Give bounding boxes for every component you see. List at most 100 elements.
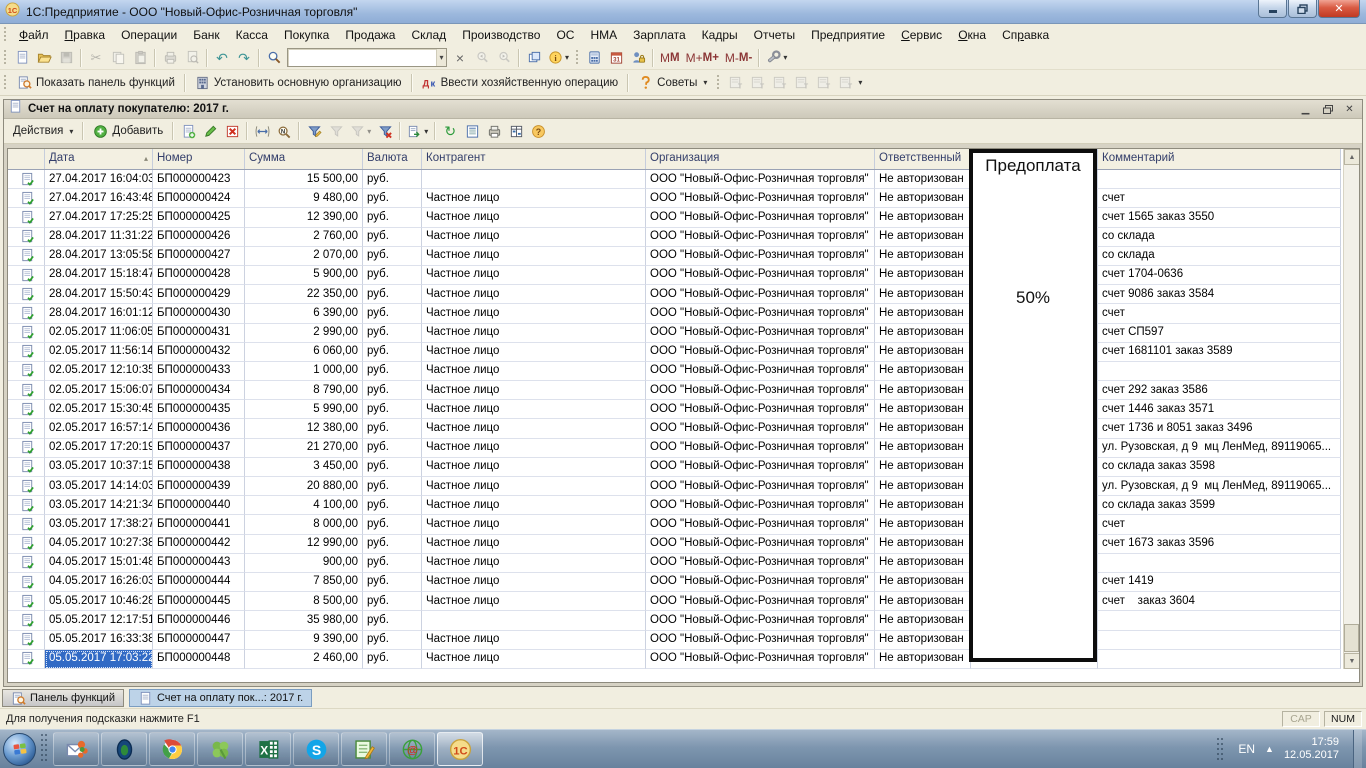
- tool-new-document-icon[interactable]: [11, 47, 33, 68]
- show-desktop-button[interactable]: [1353, 730, 1362, 768]
- cell-organization[interactable]: ООО "Новый-Офис-Розничная торговля": [646, 304, 875, 323]
- cell-organization[interactable]: ООО "Новый-Офис-Розничная торговля": [646, 247, 875, 266]
- taskbar-app-mail-app-icon[interactable]: [53, 732, 99, 766]
- cell-number[interactable]: БП000000425: [153, 208, 245, 227]
- cell-number[interactable]: БП000000440: [153, 496, 245, 515]
- cell-responsible[interactable]: Не авторизован: [875, 208, 971, 227]
- list-export-list-icon[interactable]: ▾: [404, 121, 431, 142]
- cell-comment[interactable]: счет 1565 заказ 3550: [1098, 208, 1341, 227]
- menu-item-склад[interactable]: Склад: [403, 26, 454, 44]
- cell-currency[interactable]: руб.: [363, 535, 422, 554]
- cell-date[interactable]: 02.05.2017 11:06:05: [45, 324, 153, 343]
- dropdown-arrow-icon[interactable]: ▾: [424, 127, 428, 136]
- cell-organization[interactable]: ООО "Новый-Офис-Розничная торговля": [646, 362, 875, 381]
- cell-currency[interactable]: руб.: [363, 631, 422, 650]
- cell-contractor[interactable]: Частное лицо: [422, 554, 646, 573]
- cell-contractor[interactable]: Частное лицо: [422, 419, 646, 438]
- cell-sum[interactable]: 12 390,00: [245, 208, 363, 227]
- cell-organization[interactable]: ООО "Новый-Офис-Розничная торговля": [646, 477, 875, 496]
- cell-sum[interactable]: 7 850,00: [245, 573, 363, 592]
- cell-sum[interactable]: 15 500,00: [245, 170, 363, 189]
- tool-open-folder-icon[interactable]: [33, 47, 55, 68]
- list-delete-x-icon[interactable]: [221, 121, 243, 142]
- cell-number[interactable]: БП000000423: [153, 170, 245, 189]
- cell-organization[interactable]: ООО "Новый-Офис-Розничная торговля": [646, 419, 875, 438]
- tool-print-preview-icon[interactable]: [181, 47, 203, 68]
- cell-currency[interactable]: руб.: [363, 304, 422, 323]
- tool-paste-icon[interactable]: [129, 47, 151, 68]
- cell-organization[interactable]: ООО "Новый-Офис-Розничная торговля": [646, 285, 875, 304]
- cell-comment[interactable]: ул. Рузовская, д 9 мц ЛенМед, 89119065..…: [1098, 477, 1341, 496]
- cell-organization[interactable]: ООО "Новый-Офис-Розничная торговля": [646, 189, 875, 208]
- cmd-function-panel-icon[interactable]: Показать панель функций: [11, 72, 181, 93]
- tool-save-floppy-icon[interactable]: [55, 47, 77, 68]
- cell-date[interactable]: 05.05.2017 12:17:51: [45, 611, 153, 630]
- cell-contractor[interactable]: Частное лицо: [422, 477, 646, 496]
- cell-currency[interactable]: руб.: [363, 170, 422, 189]
- cell-number[interactable]: БП000000427: [153, 247, 245, 266]
- cell-date[interactable]: 28.04.2017 15:18:47: [45, 266, 153, 285]
- menu-item-сервис[interactable]: Сервис: [893, 26, 950, 44]
- cell-date[interactable]: 03.05.2017 10:37:15: [45, 458, 153, 477]
- cell-currency[interactable]: руб.: [363, 439, 422, 458]
- cell-responsible[interactable]: Не авторизован: [875, 419, 971, 438]
- cell-date[interactable]: 04.05.2017 10:27:38: [45, 535, 153, 554]
- cell-sum[interactable]: 12 380,00: [245, 419, 363, 438]
- cell-number[interactable]: БП000000444: [153, 573, 245, 592]
- menu-item-зарплата[interactable]: Зарплата: [625, 26, 694, 44]
- cmd-table-doc-icon[interactable]: T: [812, 72, 834, 93]
- cell-responsible[interactable]: Не авторизован: [875, 228, 971, 247]
- tool-find-next-icon[interactable]: [493, 47, 515, 68]
- cell-date[interactable]: 03.05.2017 14:21:34: [45, 496, 153, 515]
- cell-date[interactable]: 28.04.2017 16:01:12: [45, 304, 153, 323]
- cell-responsible[interactable]: Не авторизован: [875, 324, 971, 343]
- cell-comment[interactable]: счет: [1098, 189, 1341, 208]
- cell-organization[interactable]: ООО "Новый-Офис-Розничная торговля": [646, 496, 875, 515]
- cell-number[interactable]: БП000000429: [153, 285, 245, 304]
- doc-restore-button[interactable]: [1319, 102, 1336, 116]
- table-row[interactable]: 04.05.2017 10:27:38БП00000044212 990,00р…: [8, 535, 1341, 554]
- cell-sum[interactable]: 9 390,00: [245, 631, 363, 650]
- cell-date[interactable]: 04.05.2017 15:01:48: [45, 554, 153, 573]
- cmd-table-doc-icon[interactable]: T: [790, 72, 812, 93]
- cell-number[interactable]: БП000000437: [153, 439, 245, 458]
- cell-responsible[interactable]: Не авторизован: [875, 631, 971, 650]
- cell-comment[interactable]: со склада заказ 3599: [1098, 496, 1341, 515]
- table-row[interactable]: 28.04.2017 15:18:47БП0000004285 900,00ру…: [8, 266, 1341, 285]
- cell-contractor[interactable]: Частное лицо: [422, 650, 646, 669]
- cell-currency[interactable]: руб.: [363, 458, 422, 477]
- tool-user-lock-icon[interactable]: [627, 47, 649, 68]
- cell-comment[interactable]: счет 1673 заказ 3596: [1098, 535, 1341, 554]
- column-header-Организация[interactable]: Организация: [646, 149, 875, 169]
- cell-date[interactable]: 05.05.2017 10:46:28: [45, 592, 153, 611]
- list-filter-value-icon[interactable]: [325, 121, 347, 142]
- cell-currency[interactable]: руб.: [363, 611, 422, 630]
- cell-number[interactable]: БП000000441: [153, 515, 245, 534]
- cell-sum[interactable]: 20 880,00: [245, 477, 363, 496]
- cell-sum[interactable]: 6 390,00: [245, 304, 363, 323]
- cell-sum[interactable]: 8 500,00: [245, 592, 363, 611]
- menu-item-нма[interactable]: НМА: [582, 26, 625, 44]
- cell-sum[interactable]: 6 060,00: [245, 343, 363, 362]
- cell-responsible[interactable]: Не авторизован: [875, 400, 971, 419]
- cmd-table-doc-icon[interactable]: T: [768, 72, 790, 93]
- cell-currency[interactable]: руб.: [363, 266, 422, 285]
- tool-print-icon[interactable]: [159, 47, 181, 68]
- list-filter-history-icon[interactable]: ▾: [347, 121, 374, 142]
- cell-contractor[interactable]: Частное лицо: [422, 592, 646, 611]
- table-row[interactable]: 27.04.2017 17:25:25БП00000042512 390,00р…: [8, 208, 1341, 227]
- cell-contractor[interactable]: Частное лицо: [422, 631, 646, 650]
- tool-cut-scissors-icon[interactable]: ✂: [85, 47, 107, 68]
- cell-responsible[interactable]: Не авторизован: [875, 592, 971, 611]
- scroll-up-icon[interactable]: ▲: [1344, 149, 1360, 165]
- tool-redo-icon[interactable]: ↷: [233, 47, 255, 68]
- cell-contractor[interactable]: Частное лицо: [422, 458, 646, 477]
- language-indicator[interactable]: EN: [1238, 742, 1255, 756]
- cell-sum[interactable]: 4 100,00: [245, 496, 363, 515]
- cell-date[interactable]: 28.04.2017 13:05:58: [45, 247, 153, 266]
- cell-contractor[interactable]: Частное лицо: [422, 189, 646, 208]
- table-row[interactable]: 02.05.2017 11:56:14БП0000004326 060,00ру…: [8, 343, 1341, 362]
- cell-date[interactable]: 03.05.2017 14:14:03: [45, 477, 153, 496]
- taskbar-app-skype-app-icon[interactable]: S: [293, 732, 339, 766]
- cell-sum[interactable]: 9 480,00: [245, 189, 363, 208]
